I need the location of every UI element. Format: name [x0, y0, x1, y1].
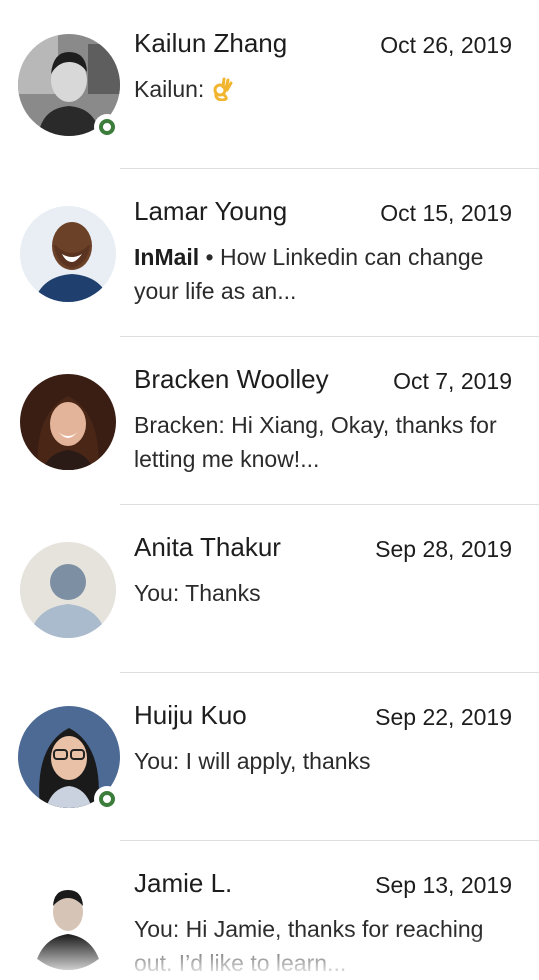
preview-separator: •: [199, 244, 221, 270]
contact-name[interactable]: Jamie L.: [134, 868, 232, 899]
inmail-label: InMail: [134, 244, 200, 270]
contact-name[interactable]: Huiju Kuo: [134, 700, 247, 731]
conversation-item[interactable]: Jamie L. Sep 13, 2019 You: Hi Jamie, tha…: [0, 840, 539, 976]
conversation-item[interactable]: Huiju Kuo Sep 22, 2019 You: I will apply…: [0, 672, 539, 841]
conversation-item[interactable]: Lamar Young Oct 15, 2019 InMail • How Li…: [0, 168, 539, 337]
message-preview: InMail • How Linkedin can change your li…: [134, 240, 504, 308]
contact-name[interactable]: Lamar Young: [134, 196, 287, 227]
avatar[interactable]: [20, 374, 116, 470]
online-status-icon: [94, 114, 120, 140]
contact-name[interactable]: Bracken Woolley: [134, 364, 329, 395]
message-date: Sep 28, 2019: [375, 536, 512, 562]
message-preview: Kailun:: [134, 72, 504, 106]
contact-name[interactable]: Anita Thakur: [134, 532, 281, 563]
message-preview: Bracken: Hi Xiang, Okay, thanks for lett…: [134, 412, 497, 472]
conversation-item[interactable]: Kailun Zhang Oct 26, 2019 Kailun:: [0, 0, 539, 169]
conversation-item[interactable]: Bracken Woolley Oct 7, 2019 Bracken: Hi …: [0, 336, 539, 505]
conversation-item[interactable]: Anita Thakur Sep 28, 2019 You: Thanks: [0, 504, 539, 673]
message-preview: You: Thanks: [134, 580, 261, 606]
message-preview-text: Kailun:: [134, 76, 211, 102]
message-preview: You: I will apply, thanks: [134, 748, 371, 774]
message-date: Sep 13, 2019: [375, 872, 512, 898]
ok-hand-emoji-icon: [213, 77, 233, 101]
avatar-placeholder[interactable]: [20, 542, 116, 638]
avatar[interactable]: [20, 874, 116, 970]
avatar[interactable]: [20, 206, 116, 302]
message-preview: You: Hi Jamie, thanks for reaching out. …: [134, 916, 484, 976]
message-date: Sep 22, 2019: [375, 704, 512, 730]
online-status-icon: [94, 786, 120, 812]
message-date: Oct 7, 2019: [393, 368, 512, 394]
message-date: Oct 26, 2019: [380, 32, 512, 58]
message-date: Oct 15, 2019: [380, 200, 512, 226]
contact-name[interactable]: Kailun Zhang: [134, 28, 287, 59]
